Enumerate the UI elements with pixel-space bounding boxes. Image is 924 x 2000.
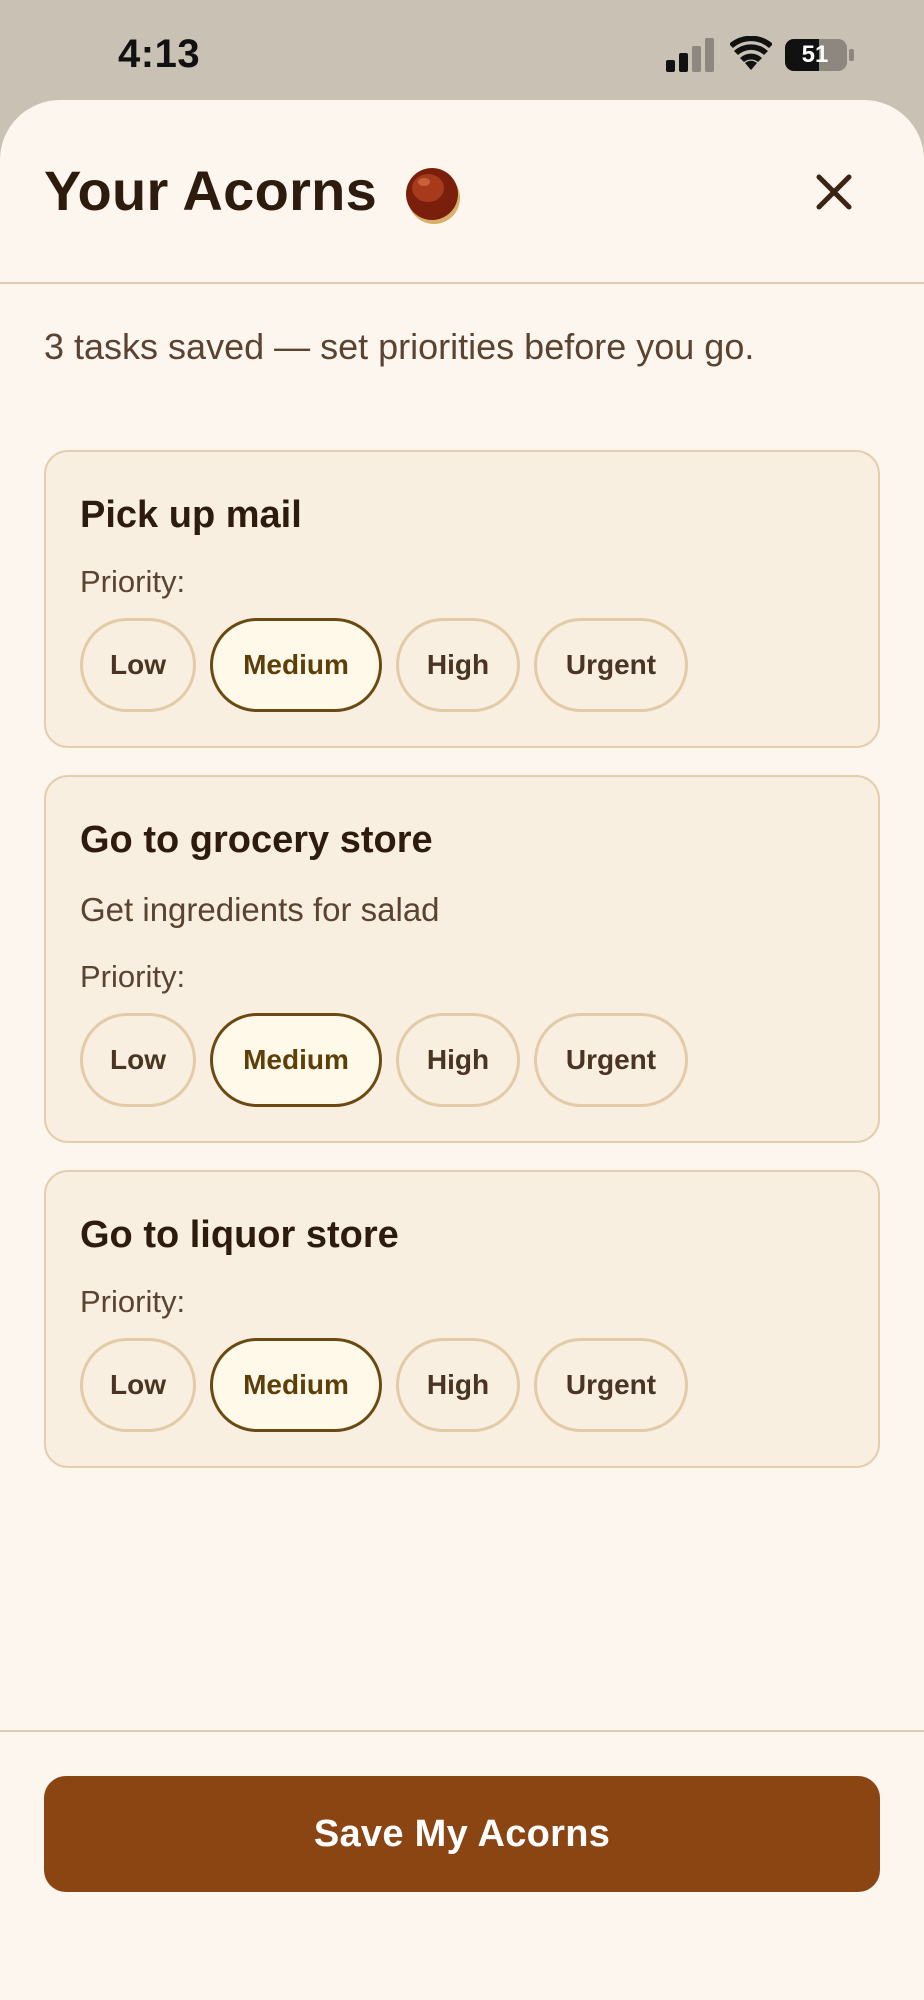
priority-urgent-button[interactable]: Urgent [534, 618, 688, 712]
task-title: Pick up mail [80, 494, 302, 536]
signal-icon [666, 38, 714, 72]
page-title: Your Acorns [44, 159, 378, 222]
close-button[interactable] [804, 162, 864, 222]
priority-medium-button[interactable]: Medium [210, 1338, 382, 1432]
priority-urgent-button[interactable]: Urgent [534, 1338, 688, 1432]
priority-selector: Low Medium High Urgent [80, 618, 840, 712]
battery-level: 51 [801, 41, 829, 68]
task-title: Go to grocery store [80, 819, 433, 861]
priority-low-button[interactable]: Low [80, 1013, 196, 1107]
status-time: 4:13 [118, 32, 201, 76]
priority-low-button[interactable]: Low [80, 618, 196, 712]
task-title: Go to liquor store [80, 1214, 399, 1256]
priority-high-button[interactable]: High [396, 1338, 520, 1432]
battery-icon: 51 [784, 38, 856, 72]
task-card: Go to grocery store Get ingredients for … [44, 775, 880, 1143]
tasks-summary: 3 tasks saved — set priorities before yo… [44, 326, 755, 367]
task-description: Get ingredients for salad [80, 891, 440, 928]
priority-high-button[interactable]: High [396, 1013, 520, 1107]
task-card: Go to liquor store Priority: Low Medium … [44, 1170, 880, 1468]
priority-label: Priority: [80, 959, 186, 994]
priority-label: Priority: [80, 564, 186, 599]
acorns-sheet: Your Acorns 3 tasks saved — set prioriti… [0, 100, 924, 2000]
acorn-icon [406, 168, 460, 224]
priority-medium-button[interactable]: Medium [210, 618, 382, 712]
priority-urgent-button[interactable]: Urgent [534, 1013, 688, 1107]
status-bar: 4:13 51 [0, 0, 924, 102]
wifi-icon [730, 36, 772, 70]
priority-label: Priority: [80, 1284, 186, 1319]
priority-low-button[interactable]: Low [80, 1338, 196, 1432]
priority-high-button[interactable]: High [396, 618, 520, 712]
sheet-header: Your Acorns [0, 100, 924, 284]
status-icons: 51 [664, 36, 864, 76]
priority-medium-button[interactable]: Medium [210, 1013, 382, 1107]
priority-selector: Low Medium High Urgent [80, 1013, 840, 1107]
save-acorns-button[interactable]: Save My Acorns [44, 1776, 880, 1892]
task-card: Pick up mail Priority: Low Medium High U… [44, 450, 880, 748]
priority-selector: Low Medium High Urgent [80, 1338, 840, 1432]
footer-divider [0, 1730, 924, 1732]
